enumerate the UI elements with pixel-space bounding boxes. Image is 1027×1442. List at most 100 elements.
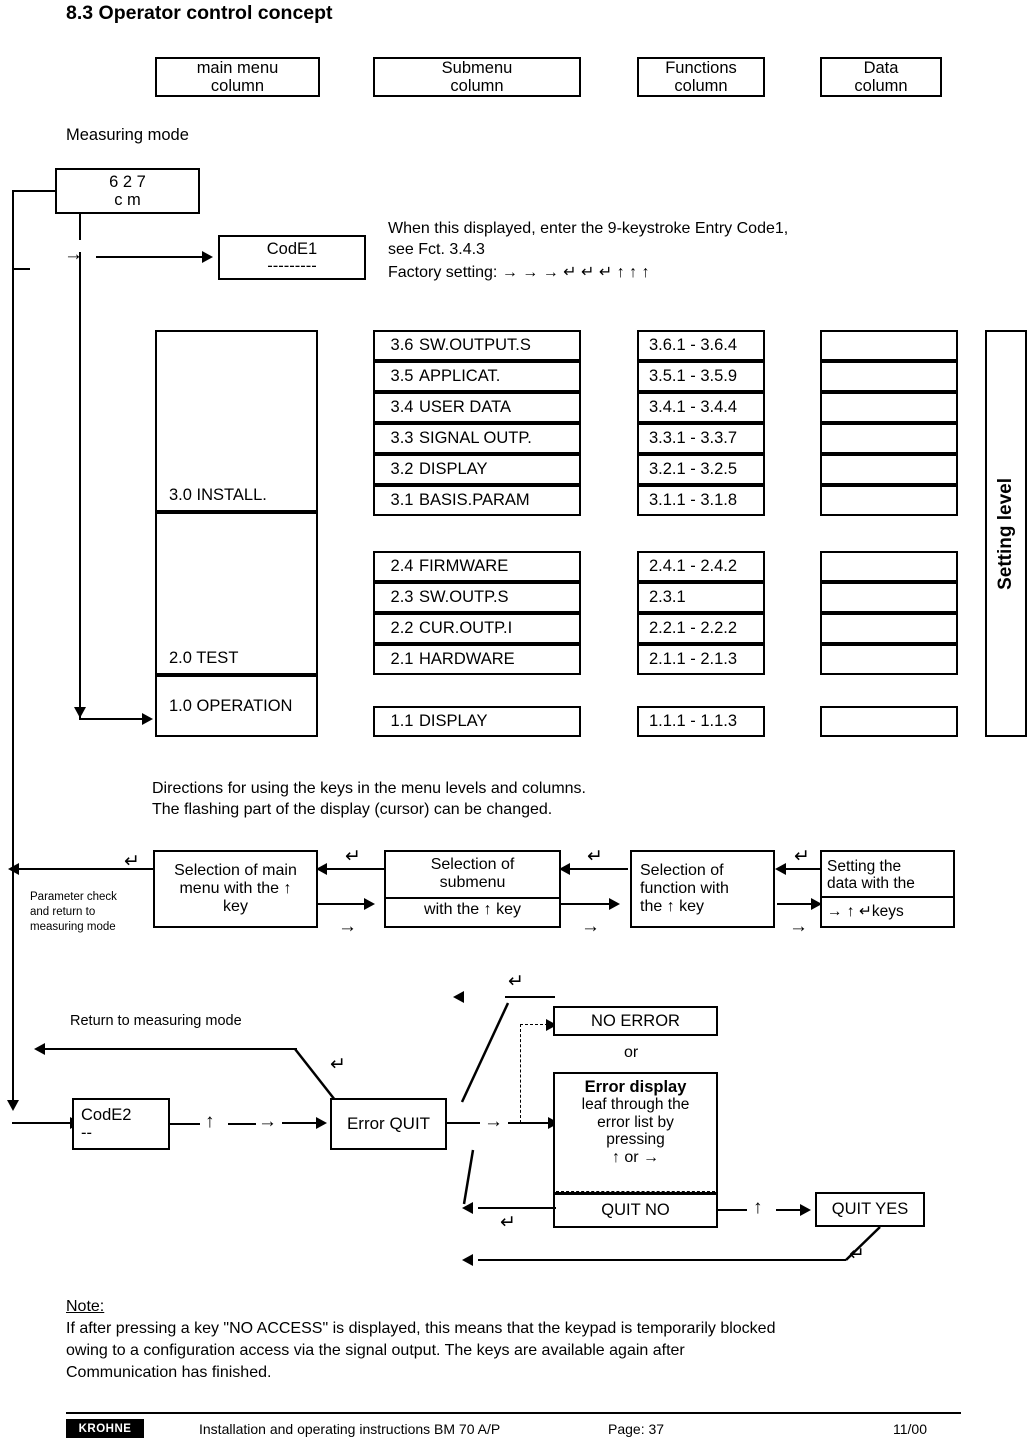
keyflow-select-function-box[interactable]: Selection of function with the ↑ key — [630, 850, 775, 928]
submenu-row[interactable]: 2.1 HARDWARE — [373, 644, 581, 675]
code1-arrowhead — [202, 251, 213, 263]
main-menu-label: 2.0 TEST — [169, 648, 239, 667]
functions-range-cell: 2.2.1 - 2.2.2 — [637, 613, 765, 644]
code1-connector — [96, 256, 206, 258]
code1-note-line1: When this displayed, enter the 9-keystro… — [388, 220, 789, 237]
functions-range-cell: 2.1.1 - 2.1.3 — [637, 644, 765, 675]
column-header-line2: column — [854, 77, 908, 95]
keyflow-select-submenu-box[interactable]: Selection of submenu with the ↑ key — [384, 850, 561, 928]
code2-label: CodE2 — [81, 1105, 132, 1124]
keyflow-box2-line3: with the ↑ key — [424, 900, 521, 918]
keyflow-back-arrow-2 — [559, 863, 570, 875]
keyflow-return-enter-glyph: ↵ — [124, 851, 140, 872]
data-cell — [820, 361, 958, 392]
error-display-box[interactable]: Error display leaf through the error lis… — [553, 1072, 718, 1194]
display-down-arrowhead — [74, 707, 86, 718]
submenu-row[interactable]: 3.6 SW.OUTPUT.S — [373, 330, 581, 361]
keyflow-select-main-menu-box[interactable]: Selection of main menu with the ↑ key — [153, 850, 318, 928]
submenu-row[interactable]: 2.4 FIRMWARE — [373, 551, 581, 582]
main-menu-operation-box[interactable]: 1.0 OPERATION — [155, 675, 318, 737]
quit-no-to-yes-line — [718, 1209, 747, 1211]
keyflow-enter-glyph-1: ↵ — [345, 846, 361, 867]
or-label: or — [624, 1044, 639, 1061]
submenu-row[interactable]: 3.1 BASIS.PARAM — [373, 485, 581, 516]
keyflow-setting-data-box[interactable]: Setting the data with the → ↑ ↵keys — [820, 850, 955, 928]
quit-no-box[interactable]: QUIT NO — [553, 1193, 718, 1228]
submenu-row[interactable]: 3.5 APPLICAT. — [373, 361, 581, 392]
error-quit-label: Error QUIT — [346, 1114, 431, 1134]
column-header-submenu: Submenu column — [373, 57, 581, 97]
error-up-glyph: ↑ — [205, 1111, 215, 1132]
error-to-code2-line — [12, 1122, 74, 1124]
main-menu-test-box[interactable]: 2.0 TEST — [155, 512, 318, 675]
quit-no-label: QUIT NO — [601, 1201, 670, 1220]
submenu-name: APPLICAT. — [419, 367, 501, 386]
loop-line-foot — [12, 268, 30, 270]
column-header-line1: Functions — [665, 58, 737, 77]
measuring-display-box: 6 2 7 c m — [55, 168, 200, 214]
footer-doc-title: Installation and operating instructions … — [199, 1421, 501, 1437]
submenu-row[interactable]: 3.2 DISPLAY — [373, 454, 581, 485]
display-stub-vert — [79, 214, 81, 240]
functions-range: 3.5.1 - 3.5.9 — [649, 367, 738, 386]
keyflow-enter-glyph-3: ↵ — [794, 846, 810, 867]
functions-range-cell: 3.1.1 - 3.1.8 — [637, 485, 765, 516]
error-return-enter-glyph: ↵ — [330, 1054, 346, 1075]
main-menu-label: 1.0 OPERATION — [169, 696, 293, 715]
keyflow-right-glyph-1: → — [338, 916, 357, 937]
keyflow-enter-glyph-2: ↵ — [587, 846, 603, 867]
return-measuring-mode-label: Return to measuring mode — [70, 1013, 242, 1029]
keyflow-box2-line1: Selection of — [430, 856, 515, 873]
functions-range: 1.1.1 - 1.1.3 — [649, 712, 738, 731]
error-quit-box[interactable]: Error QUIT — [330, 1098, 447, 1150]
error-right-glyph: → — [258, 1111, 277, 1132]
submenu-row[interactable]: 2.3 SW.OUTP.S — [373, 582, 581, 613]
column-header-data: Data column — [820, 57, 942, 97]
column-header-line1: Data — [863, 58, 899, 77]
keyflow-box1-line3: key — [223, 897, 248, 915]
error-return-line — [42, 1048, 297, 1050]
main-menu-install-box[interactable]: 3.0 INSTALL. — [155, 330, 318, 512]
keyflow-back-line-2 — [570, 868, 628, 870]
parameter-check-label: Parameter check and return to measuring mo… — [30, 891, 117, 933]
submenu-number: 2.3 — [390, 588, 414, 607]
data-cell — [820, 613, 958, 644]
submenu-row[interactable]: 3.3 SIGNAL OUTP. — [373, 423, 581, 454]
quit-yes-arrowhead — [800, 1204, 811, 1216]
functions-range-cell: 3.5.1 - 3.5.9 — [637, 361, 765, 392]
quit-yes-up-glyph: ↑ — [753, 1197, 763, 1218]
submenu-row[interactable]: 3.4 USER DATA — [373, 392, 581, 423]
keyflow-box3-line1: Selection of — [640, 862, 724, 880]
data-cell — [820, 485, 958, 516]
functions-range: 3.4.1 - 3.4.4 — [649, 398, 738, 417]
krohne-logo: KROHNE — [66, 1419, 144, 1438]
functions-range: 2.2.1 - 2.2.2 — [649, 619, 738, 638]
keyflow-box2-divider — [386, 897, 559, 899]
error-quit-out-line2 — [508, 1122, 553, 1124]
keyflow-right-glyph-3: → — [789, 916, 808, 937]
functions-range: 2.4.1 - 2.4.2 — [649, 557, 738, 576]
keyflow-box4-line2: data with the — [827, 875, 915, 893]
note-title: Note: — [66, 1298, 105, 1315]
submenu-name: FIRMWARE — [419, 557, 509, 576]
to-operation-arrowhead — [142, 713, 153, 725]
submenu-number: 3.2 — [390, 460, 414, 479]
data-cell — [820, 644, 958, 675]
submenu-name: SIGNAL OUTP. — [419, 429, 532, 448]
submenu-row[interactable]: 2.2 CUR.OUTP.I — [373, 613, 581, 644]
code1-label: CodE1 — [266, 240, 318, 259]
footer-date: 11/00 — [893, 1421, 927, 1437]
measuring-mode-label: Measuring mode — [66, 126, 189, 144]
submenu-name: BASIS.PARAM — [419, 491, 530, 510]
column-header-line2: column — [450, 77, 504, 95]
no-error-return-arrowhead — [453, 991, 464, 1003]
functions-range: 3.3.1 - 3.3.7 — [649, 429, 738, 448]
code2-to-keys-line — [170, 1123, 200, 1125]
code2-value: -- — [81, 1124, 92, 1142]
keyflow-back-line-1 — [327, 868, 384, 870]
keyflow-box3-line3: the ↑ key — [640, 897, 705, 915]
display-value: 6 2 7 — [109, 172, 146, 191]
submenu-row[interactable]: 1.1 DISPLAY — [373, 706, 581, 737]
column-header-line2: column — [674, 77, 728, 95]
to-error-quit-arrowhead — [316, 1117, 327, 1129]
